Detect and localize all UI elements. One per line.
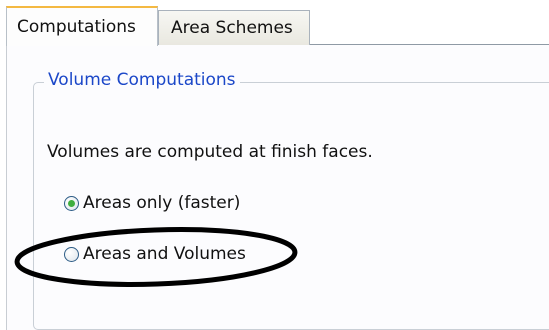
tab-computations[interactable]: Computations bbox=[6, 6, 158, 46]
radio-button[interactable] bbox=[64, 246, 79, 262]
option-areas-only-label: Areas only (faster) bbox=[83, 193, 241, 213]
info-text: Volumes are computed at finish faces. bbox=[47, 142, 373, 162]
option-areas-and-volumes[interactable]: Areas and Volumes bbox=[64, 244, 246, 264]
radio-selected-dot bbox=[68, 199, 75, 207]
option-areas-and-volumes-label: Areas and Volumes bbox=[83, 244, 246, 264]
option-areas-only[interactable]: Areas only (faster) bbox=[64, 193, 240, 213]
tab-area-schemes-label: Area Schemes bbox=[171, 18, 293, 38]
group-title: Volume Computations bbox=[44, 70, 240, 90]
tab-area-schemes[interactable]: Area Schemes bbox=[158, 10, 310, 45]
tab-strip: Computations Area Schemes bbox=[0, 0, 549, 46]
radio-button-selected[interactable] bbox=[64, 195, 79, 211]
dialog-root: Computations Area Schemes Volume Computa… bbox=[0, 0, 549, 330]
tab-computations-label: Computations bbox=[17, 17, 136, 37]
